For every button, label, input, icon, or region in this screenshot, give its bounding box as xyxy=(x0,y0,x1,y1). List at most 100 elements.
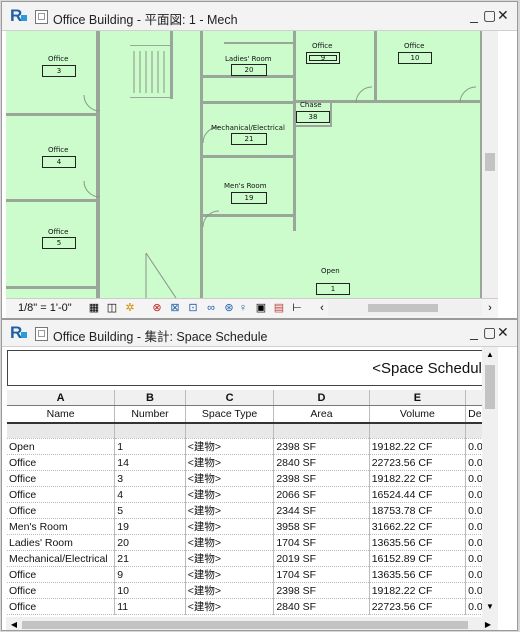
maximize-button[interactable]: ▢ xyxy=(483,7,497,24)
room-tag[interactable]: 20 xyxy=(231,64,267,76)
reveal-hidden-icon[interactable]: ⊛ xyxy=(223,302,235,314)
cell-area[interactable]: 3958 SF xyxy=(273,518,370,535)
cell-name[interactable]: Office xyxy=(7,598,116,615)
cell-area[interactable]: 2840 SF xyxy=(273,454,370,471)
minimize-button[interactable]: _ xyxy=(469,324,483,340)
cell-number[interactable]: 4 xyxy=(114,486,186,503)
cell-area[interactable]: 2344 SF xyxy=(273,502,370,519)
column-letter[interactable]: C xyxy=(185,390,275,406)
schedule-row[interactable]: Office 3 <建物> 2398 SF 19182.22 CF 0.0 B xyxy=(7,470,498,487)
schedule-row[interactable]: Office 9 <建物> 1704 SF 13635.56 CF 0.0 B xyxy=(7,566,498,583)
maximize-button[interactable]: ▢ xyxy=(483,324,497,341)
schedule-table[interactable]: A B C D E Name Number Space Type Area Vo… xyxy=(7,390,498,615)
cell-area[interactable]: 2019 SF xyxy=(273,550,370,567)
cell-space-type[interactable]: <建物> xyxy=(185,454,275,471)
sun-path-icon[interactable]: ✲ xyxy=(124,302,136,314)
cell-space-type[interactable]: <建物> xyxy=(185,566,275,583)
column-header-number[interactable]: Number xyxy=(114,405,186,424)
visual-style-icon[interactable]: ◫ xyxy=(106,302,118,314)
cell-name[interactable]: Office xyxy=(7,582,116,599)
detail-level-icon[interactable]: ▦ xyxy=(88,302,100,314)
schedule-row[interactable]: Office 5 <建物> 2344 SF 18753.78 CF 0.0 B xyxy=(7,502,498,519)
schedule-row[interactable]: Office 14 <建物> 2840 SF 22723.56 CF 0.0 B xyxy=(7,454,498,471)
cell-area[interactable]: 2066 SF xyxy=(273,486,370,503)
cell-number[interactable]: 3 xyxy=(114,470,186,487)
cell-number[interactable]: 20 xyxy=(114,534,186,551)
cell-name[interactable]: Mechanical/Electrical xyxy=(7,550,116,567)
cell-space-type[interactable]: <建物> xyxy=(185,534,275,551)
cell-space-type[interactable]: <建物> xyxy=(185,582,275,599)
schedule-row[interactable]: Office 11 <建物> 2840 SF 22723.56 CF 0.0 B xyxy=(7,598,498,615)
room-tag[interactable]: 4 xyxy=(42,156,76,168)
cell-volume[interactable]: 13635.56 CF xyxy=(369,566,467,583)
cell-number[interactable]: 10 xyxy=(114,582,186,599)
worksharing-icon[interactable]: ♀ xyxy=(237,302,249,314)
cell-name[interactable]: Office xyxy=(7,486,116,503)
cell-volume[interactable]: 16152.89 CF xyxy=(369,550,467,567)
room-tag[interactable]: 38 xyxy=(296,111,330,123)
room-tag[interactable]: 10 xyxy=(398,52,432,64)
cell-name[interactable]: Open xyxy=(7,438,116,455)
schedule-row[interactable]: Office 10 <建物> 2398 SF 19182.22 CF 0.0 B xyxy=(7,582,498,599)
cell-space-type[interactable]: <建物> xyxy=(185,502,275,519)
cell-name[interactable]: Office xyxy=(7,454,116,471)
room-tag[interactable]: 5 xyxy=(42,237,76,249)
column-header-space-type[interactable]: Space Type xyxy=(185,405,275,424)
cell-number[interactable]: 9 xyxy=(114,566,186,583)
cell-space-type[interactable]: <建物> xyxy=(185,550,275,567)
cell-number[interactable]: 1 xyxy=(114,438,186,455)
cell-space-type[interactable]: <建物> xyxy=(185,518,275,535)
plan-vertical-scrollbar[interactable] xyxy=(482,31,498,298)
floor-plan-canvas[interactable]: Office 3 Office 4 Office 5 Ladies' Room … xyxy=(6,31,498,298)
schedule-row[interactable]: Open 1 <建物> 2398 SF 19182.22 CF 0.0 B xyxy=(7,438,498,455)
hide-crop-icon[interactable]: ⊡ xyxy=(187,302,199,314)
cell-volume[interactable]: 18753.78 CF xyxy=(369,502,467,519)
close-button[interactable]: ✕ xyxy=(497,7,511,24)
scroll-right-icon[interactable]: ▶ xyxy=(482,619,494,630)
cell-name[interactable]: Office xyxy=(7,502,116,519)
cell-volume[interactable]: 16524.44 CF xyxy=(369,486,467,503)
column-header-volume[interactable]: Volume xyxy=(369,405,467,424)
cell-name[interactable]: Office xyxy=(7,566,116,583)
analytical-icon[interactable]: ⊢ xyxy=(291,302,303,314)
cell-name[interactable]: Ladies' Room xyxy=(7,534,116,551)
room-tag[interactable]: 1 xyxy=(316,283,350,295)
room-tag[interactable]: 9 xyxy=(306,52,340,64)
column-letter[interactable]: D xyxy=(273,390,370,406)
view-scale[interactable]: 1/8" = 1'-0" xyxy=(18,302,72,314)
column-header-name[interactable]: Name xyxy=(7,405,116,424)
scroll-down-icon[interactable]: ▼ xyxy=(484,601,496,613)
cell-name[interactable]: Office xyxy=(7,470,116,487)
room-tag[interactable]: 3 xyxy=(42,65,76,77)
crop-icon[interactable]: ⊠ xyxy=(169,302,181,314)
plan-horizontal-scroll-thumb[interactable] xyxy=(368,304,438,312)
schedule-vertical-scroll-thumb[interactable] xyxy=(485,365,495,409)
cell-number[interactable]: 21 xyxy=(114,550,186,567)
scroll-left-icon[interactable]: ◀ xyxy=(8,619,20,630)
schedule-row[interactable]: Men's Room 19 <建物> 3958 SF 31662.22 CF 0.0 B xyxy=(7,518,498,535)
column-letter[interactable]: B xyxy=(114,390,186,406)
cell-volume[interactable]: 31662.22 CF xyxy=(369,518,467,535)
plan-view-titlebar[interactable]: R Office Building - 平面図: 1 - Mech _▢✕ xyxy=(2,2,517,31)
minimize-button[interactable]: _ xyxy=(469,7,483,23)
schedule-titlebar[interactable]: R Office Building - 集計: Space Schedule _… xyxy=(2,320,517,347)
column-letter[interactable]: A xyxy=(7,390,116,406)
schedule-horizontal-scroll-thumb[interactable] xyxy=(22,621,468,629)
cell-number[interactable]: 11 xyxy=(114,598,186,615)
close-button[interactable]: ✕ xyxy=(497,324,511,341)
column-letter[interactable]: E xyxy=(369,390,467,406)
cell-number[interactable]: 14 xyxy=(114,454,186,471)
cell-volume[interactable]: 22723.56 CF xyxy=(369,598,467,615)
scroll-left-icon[interactable]: ‹ xyxy=(316,302,328,314)
cell-volume[interactable]: 22723.56 CF xyxy=(369,454,467,471)
room-tag[interactable]: 21 xyxy=(231,133,267,145)
cell-area[interactable]: 1704 SF xyxy=(273,534,370,551)
cell-volume[interactable]: 19182.22 CF xyxy=(369,438,467,455)
schedule-vertical-scrollbar[interactable]: ▲ ▼ xyxy=(482,347,498,617)
schedule-horizontal-scrollbar[interactable]: ◀ ▶ xyxy=(6,617,498,630)
column-header-area[interactable]: Area xyxy=(273,405,370,424)
cell-area[interactable]: 2840 SF xyxy=(273,598,370,615)
cell-volume[interactable]: 19182.22 CF xyxy=(369,582,467,599)
lock-3d-icon[interactable]: ▣ xyxy=(255,302,267,314)
cell-number[interactable]: 5 xyxy=(114,502,186,519)
